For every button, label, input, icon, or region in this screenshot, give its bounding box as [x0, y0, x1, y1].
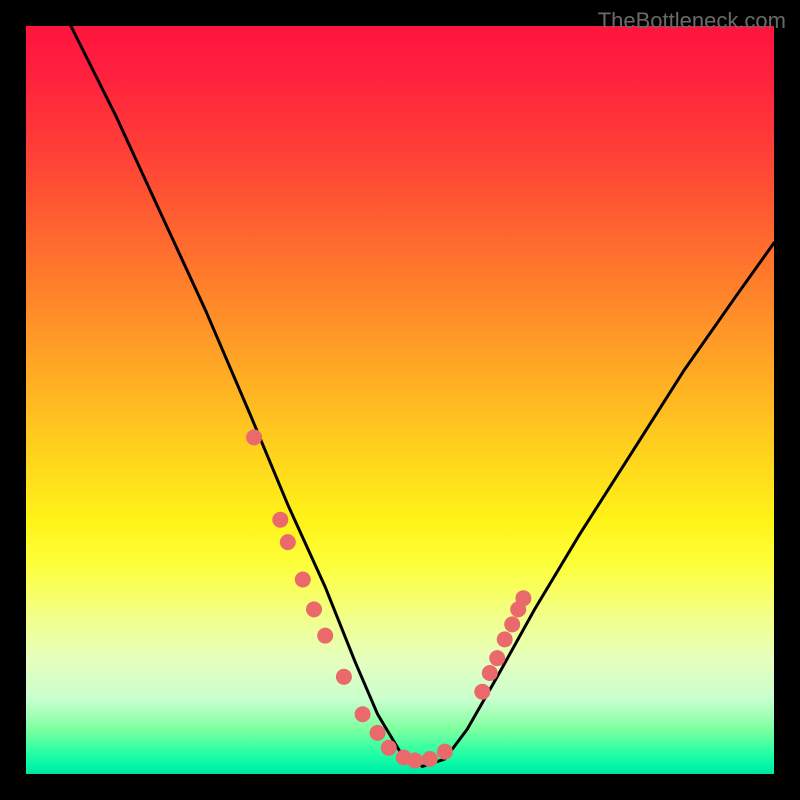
data-point [504, 616, 520, 632]
chart-svg [26, 26, 774, 774]
data-point [482, 665, 498, 681]
data-point [272, 512, 288, 528]
data-point [489, 650, 505, 666]
data-point [336, 669, 352, 685]
data-point [246, 429, 262, 445]
data-point [381, 740, 397, 756]
data-point [407, 753, 423, 769]
data-point [515, 590, 531, 606]
data-point [295, 572, 311, 588]
data-point [355, 706, 371, 722]
watermark-text: TheBottleneck.com [598, 8, 786, 34]
data-point [437, 744, 453, 760]
plot-frame [26, 26, 774, 774]
data-point [370, 725, 386, 741]
data-points-group [246, 429, 531, 768]
data-point [474, 684, 490, 700]
data-point [497, 631, 513, 647]
data-point [306, 601, 322, 617]
bottleneck-curve [71, 26, 774, 767]
data-point [317, 628, 333, 644]
data-point [280, 534, 296, 550]
data-point [422, 751, 438, 767]
